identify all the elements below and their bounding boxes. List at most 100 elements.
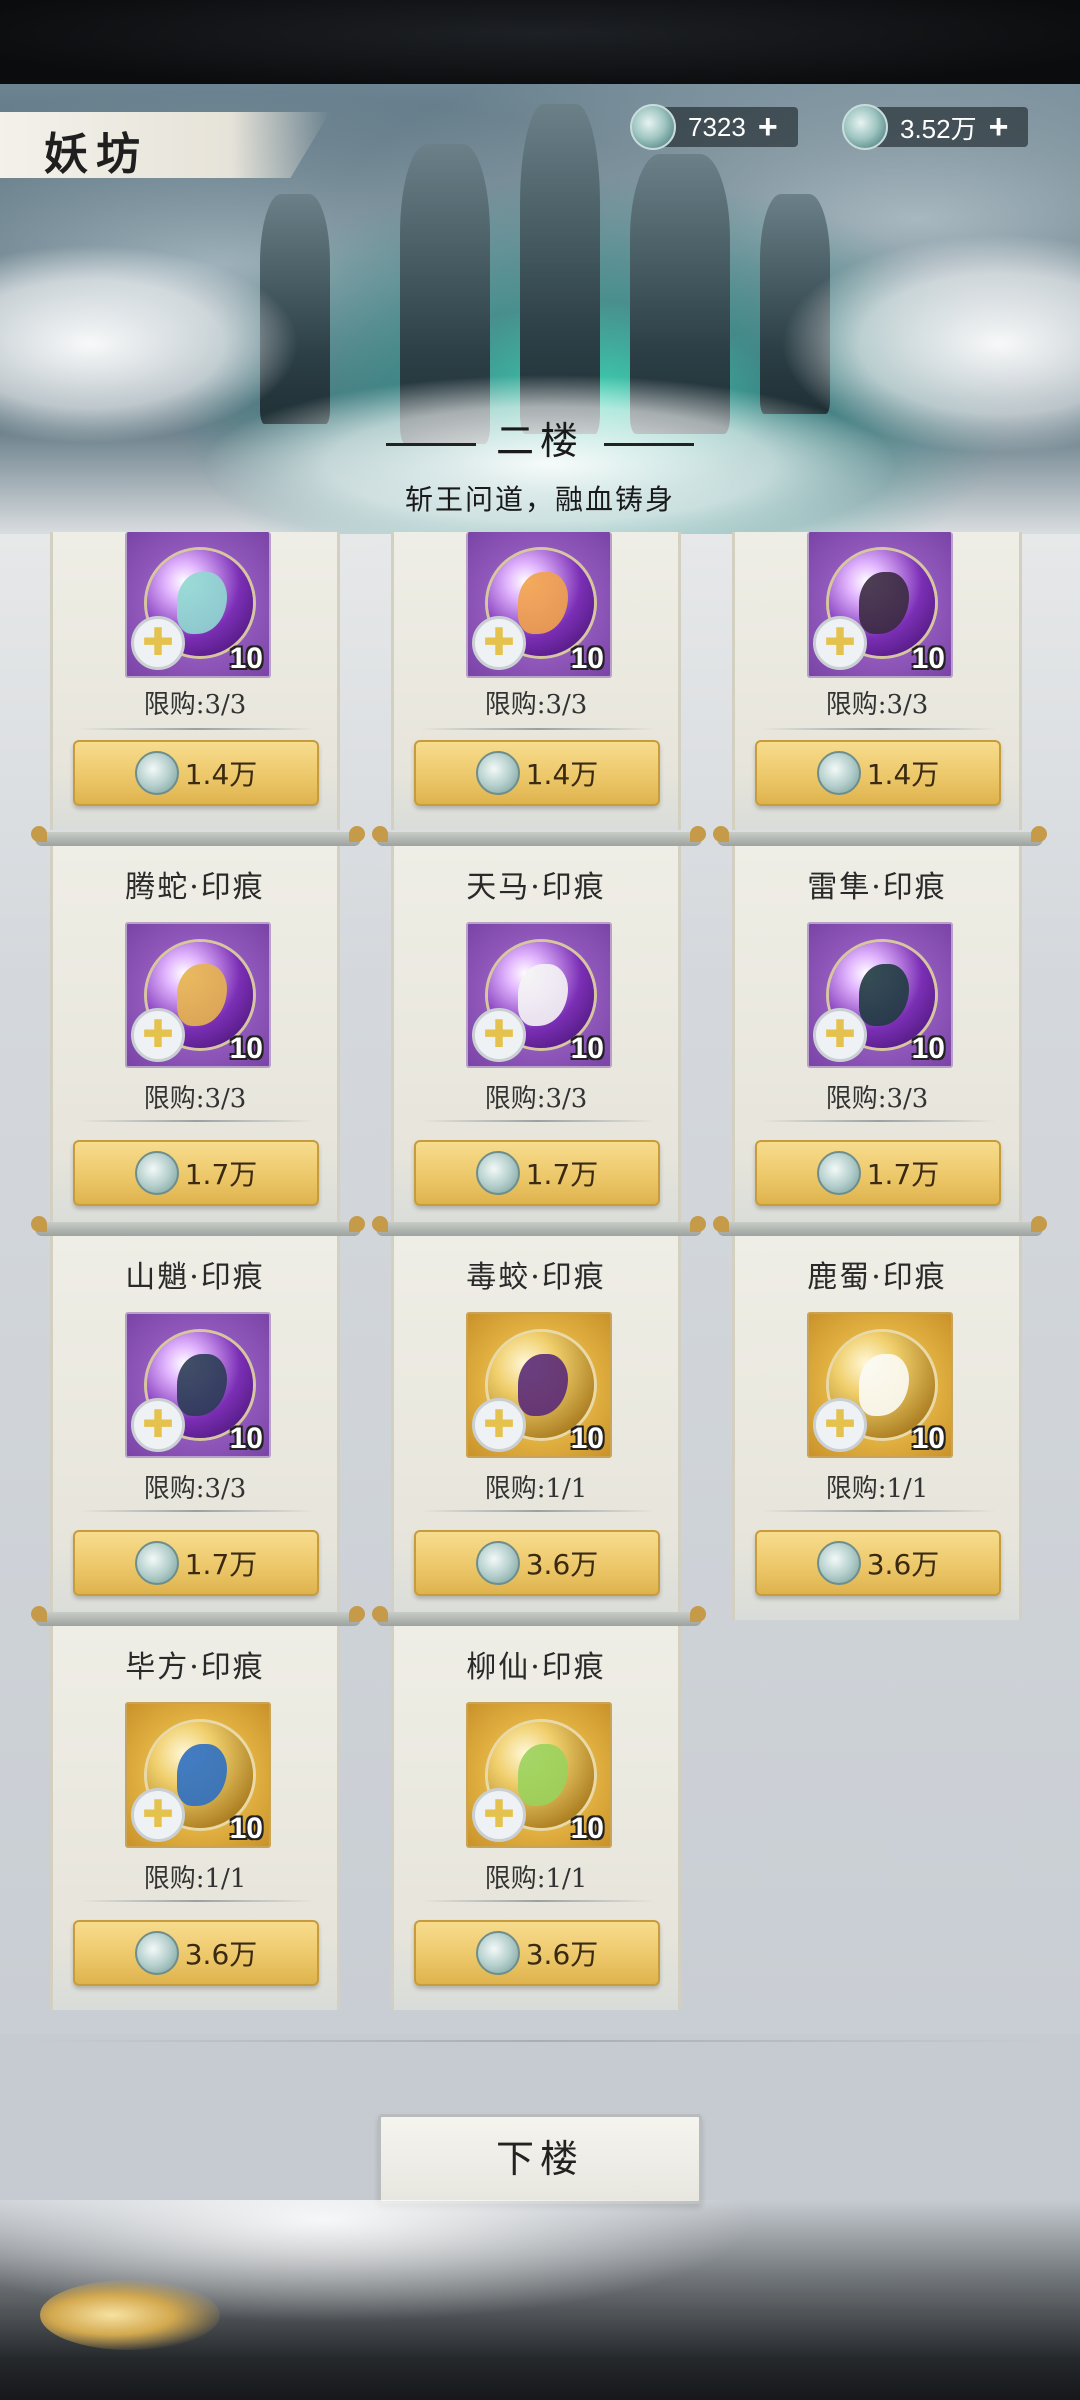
buy-button[interactable]: 1.7万 xyxy=(414,1140,660,1206)
purchase-limit: 限购:3/3 xyxy=(143,690,247,720)
jade-pendant-icon xyxy=(475,751,520,795)
fragment-puzzle-icon: ✚ xyxy=(813,616,867,670)
fragment-puzzle-icon: ✚ xyxy=(472,1788,526,1842)
item-price: 1.4万 xyxy=(866,758,940,791)
creature-emblem-icon xyxy=(859,1354,909,1416)
shop-item-card[interactable]: 柳仙·印痕 ✚ 10 限购:1/1 3.6万 xyxy=(372,1606,706,2010)
item-name: 毕方·印痕 xyxy=(125,1650,265,1685)
buy-button[interactable]: 1.4万 xyxy=(414,740,660,806)
item-name: 天马·印痕 xyxy=(466,870,606,905)
shop-item-card[interactable]: ✚ 10 限购:3/3 1.4万 xyxy=(50,532,340,830)
creature-emblem-icon xyxy=(518,1354,568,1416)
item-name: 柳仙·印痕 xyxy=(466,1650,606,1685)
item-icon-frame[interactable]: ✚ 10 xyxy=(125,532,271,678)
item-name: 山魈·印痕 xyxy=(125,1260,265,1295)
item-name: 腾蛇·印痕 xyxy=(125,870,265,905)
purchase-limit: 限购:3/3 xyxy=(143,1474,247,1504)
item-name: 毒蛟·印痕 xyxy=(466,1260,606,1295)
shop-item-card[interactable]: 山魈·印痕 ✚ 10 限购:3/3 1.7万 xyxy=(31,1216,365,1620)
limit-divider xyxy=(79,728,315,730)
buy-button[interactable]: 3.6万 xyxy=(755,1530,1001,1596)
item-icon-frame[interactable]: ✚ 10 xyxy=(466,922,612,1068)
ornament-right xyxy=(604,443,694,446)
buy-button[interactable]: 1.4万 xyxy=(73,740,319,806)
item-price: 1.7万 xyxy=(866,1158,940,1191)
scroll-rod xyxy=(713,1216,1047,1236)
item-icon-frame[interactable]: ✚ 10 xyxy=(807,1312,953,1458)
item-price: 1.7万 xyxy=(184,1158,258,1191)
currency-jade-ring: 7323 + xyxy=(630,104,798,150)
item-price: 1.4万 xyxy=(184,758,258,791)
shop-item-card[interactable]: 毕方·印痕 ✚ 10 限购:1/1 3.6万 xyxy=(31,1606,365,2010)
shop-item-card[interactable]: ✚ 10 限购:3/3 1.4万 xyxy=(732,532,1022,830)
item-icon-frame[interactable]: ✚ 10 xyxy=(466,1312,612,1458)
fragment-puzzle-icon: ✚ xyxy=(813,1398,867,1452)
floor-title: 二楼 xyxy=(0,410,1080,465)
item-quantity: 10 xyxy=(911,1032,945,1065)
item-icon-frame[interactable]: ✚ 10 xyxy=(125,1702,271,1848)
item-name: 雷隼·印痕 xyxy=(807,870,947,905)
item-price: 3.6万 xyxy=(525,1938,599,1971)
currency-jade-ring-amount: 7323 xyxy=(688,111,746,142)
item-icon-frame[interactable]: ✚ 10 xyxy=(807,922,953,1068)
item-quantity: 10 xyxy=(570,642,604,675)
jade-ring-icon xyxy=(630,104,676,150)
page-title: 妖坊 xyxy=(44,129,148,180)
item-price: 3.6万 xyxy=(866,1548,940,1581)
limit-divider xyxy=(79,1900,315,1902)
jade-pendant-icon xyxy=(816,751,861,795)
item-icon-frame[interactable]: ✚ 10 xyxy=(807,532,953,678)
shop-item-card[interactable]: 毒蛟·印痕 ✚ 10 限购:1/1 3.6万 xyxy=(372,1216,706,1620)
item-icon-frame[interactable]: ✚ 10 xyxy=(125,1312,271,1458)
jade-pendant-icon xyxy=(134,751,179,795)
item-quantity: 10 xyxy=(570,1422,604,1455)
buy-button[interactable]: 1.4万 xyxy=(755,740,1001,806)
scroll-rod xyxy=(31,826,365,846)
go-downstairs-button[interactable]: 下楼 xyxy=(378,2114,702,2204)
item-icon-frame[interactable]: ✚ 10 xyxy=(466,532,612,678)
jade-pendant-icon xyxy=(134,1541,179,1585)
creature-emblem-icon xyxy=(518,964,568,1026)
buy-button[interactable]: 3.6万 xyxy=(73,1920,319,1986)
limit-divider xyxy=(761,1120,997,1122)
item-price: 3.6万 xyxy=(525,1548,599,1581)
creature-emblem-icon xyxy=(518,572,568,634)
limit-divider xyxy=(420,1120,656,1122)
buy-button[interactable]: 3.6万 xyxy=(414,1530,660,1596)
shop-item-card[interactable]: 天马·印痕 ✚ 10 限购:3/3 1.7万 xyxy=(372,826,706,1230)
fragment-puzzle-icon: ✚ xyxy=(813,1008,867,1062)
buy-button[interactable]: 3.6万 xyxy=(414,1920,660,1986)
shop-item-card[interactable]: 雷隼·印痕 ✚ 10 限购:3/3 1.7万 xyxy=(713,826,1047,1230)
scroll-rod xyxy=(31,1216,365,1236)
limit-divider xyxy=(79,1510,315,1512)
purchase-limit: 限购:3/3 xyxy=(143,1084,247,1114)
purchase-limit: 限购:1/1 xyxy=(484,1864,588,1894)
creature-emblem-icon xyxy=(177,572,227,634)
item-price: 1.4万 xyxy=(525,758,599,791)
limit-divider xyxy=(79,1120,315,1122)
add-jade-pendant-button[interactable]: + xyxy=(989,108,1009,147)
purchase-limit: 限购:3/3 xyxy=(825,1084,929,1114)
shop-item-card[interactable]: ✚ 10 限购:3/3 1.4万 xyxy=(391,532,681,830)
shop-item-card[interactable]: 鹿蜀·印痕 ✚ 10 限购:1/1 3.6万 xyxy=(713,1216,1047,1620)
item-quantity: 10 xyxy=(229,1032,263,1065)
fragment-puzzle-icon: ✚ xyxy=(131,616,185,670)
shop-item-card[interactable]: 腾蛇·印痕 ✚ 10 限购:3/3 1.7万 xyxy=(31,826,365,1230)
buy-button[interactable]: 1.7万 xyxy=(755,1140,1001,1206)
item-icon-frame[interactable]: ✚ 10 xyxy=(125,922,271,1068)
add-jade-ring-button[interactable]: + xyxy=(758,108,778,147)
jade-pendant-icon xyxy=(134,1931,179,1975)
floor-subtitle: 斩王问道，融血铸身 xyxy=(404,483,675,516)
fragment-puzzle-icon: ✚ xyxy=(472,1008,526,1062)
item-icon-frame[interactable]: ✚ 10 xyxy=(466,1702,612,1848)
scroll-rod xyxy=(372,1216,706,1236)
buy-button[interactable]: 1.7万 xyxy=(73,1140,319,1206)
creature-emblem-icon xyxy=(859,964,909,1026)
scroll-rod xyxy=(31,1606,365,1626)
jade-pendant-icon xyxy=(816,1541,861,1585)
buy-button[interactable]: 1.7万 xyxy=(73,1530,319,1596)
item-quantity: 10 xyxy=(570,1812,604,1845)
fragment-puzzle-icon: ✚ xyxy=(131,1788,185,1842)
item-quantity: 10 xyxy=(911,642,945,675)
fragment-puzzle-icon: ✚ xyxy=(472,1398,526,1452)
